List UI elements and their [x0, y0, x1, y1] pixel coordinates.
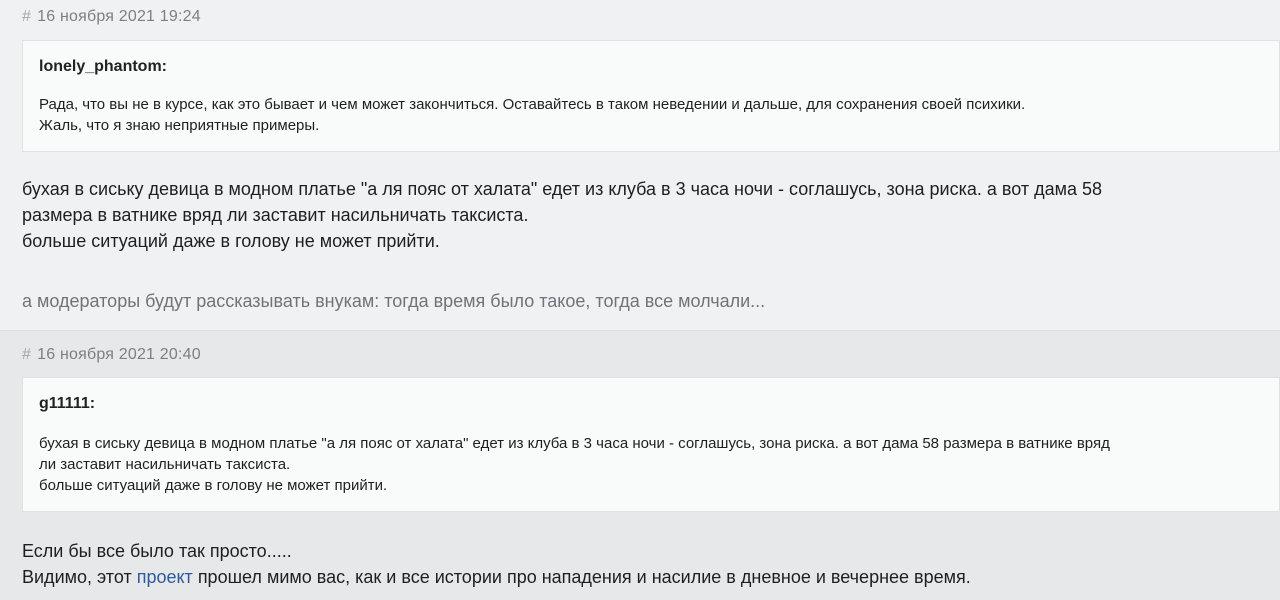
post-body-line: больше ситуаций даже в голову не может п… [22, 231, 440, 251]
quote-author: lonely_phantom: [39, 58, 168, 75]
post-header: #16 ноября 2021 19:24 [22, 8, 201, 26]
post-body-text: прошел мимо вас, как и все истории про н… [192, 567, 971, 587]
quote-text: бухая в сиську девица в модном платье "а… [39, 433, 1263, 496]
post-date: 16 ноября 2021 19:24 [37, 8, 201, 25]
quote-line: Рада, что вы не в курсе, как это бывает … [39, 96, 1026, 113]
quote-block: lonely_phantom: Рада, что вы не в курсе,… [22, 40, 1280, 152]
post-body-line: размера в ватнике вряд ли заставит насил… [22, 205, 529, 225]
post-permalink-hash[interactable]: # [22, 8, 31, 25]
project-link[interactable]: проект [137, 567, 193, 587]
post-body: Если бы все было так просто..... Видимо,… [22, 538, 1252, 590]
post-header: #16 ноября 2021 20:40 [22, 346, 201, 364]
post-body-line: Если бы все было так просто..... [22, 541, 292, 561]
quote-text: Рада, что вы не в курсе, как это бывает … [39, 94, 1263, 136]
quote-line: бухая в сиську девица в модном платье "а… [39, 435, 1110, 452]
post-body-text: Видимо, этот [22, 567, 137, 587]
forum-post: #16 ноября 2021 20:40 g11111: бухая в си… [0, 330, 1280, 600]
forum-post: #16 ноября 2021 19:24 lonely_phantom: Ра… [0, 0, 1280, 330]
quote-block: g11111: бухая в сиську девица в модном п… [22, 377, 1280, 512]
post-permalink-hash[interactable]: # [22, 346, 31, 363]
quote-line: больше ситуаций даже в голову не может п… [39, 477, 388, 494]
quote-author: g11111: [39, 395, 96, 412]
quote-line: ли заставит насильничать таксиста. [39, 456, 291, 473]
post-body-line: бухая в сиську девица в модном платье "а… [22, 179, 1103, 199]
quote-line: Жаль, что я знаю неприятные примеры. [39, 117, 320, 134]
post-body: бухая в сиську девица в модном платье "а… [22, 176, 1252, 254]
post-date: 16 ноября 2021 20:40 [37, 346, 201, 363]
post-body-line: Видимо, этот проект прошел мимо вас, как… [22, 564, 1252, 590]
post-signature: а модераторы будут рассказывать внукам: … [22, 291, 766, 311]
